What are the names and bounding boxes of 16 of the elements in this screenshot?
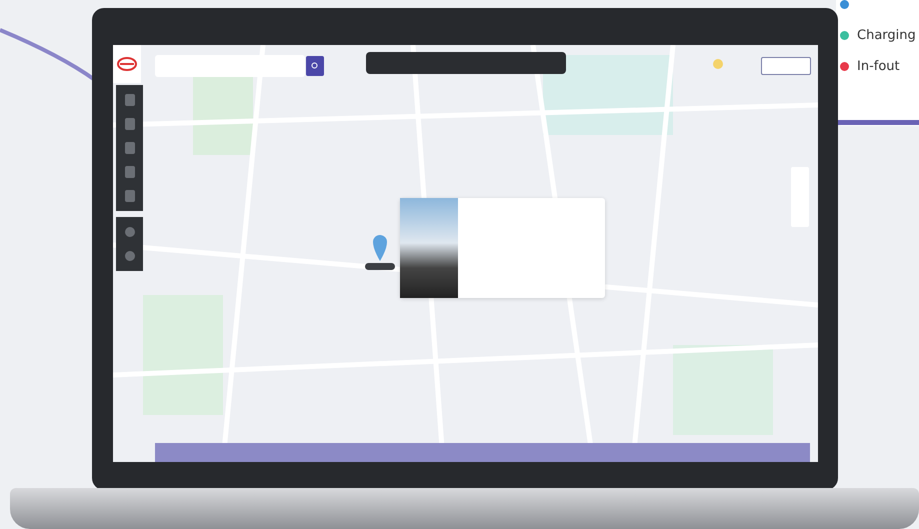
nav-icon[interactable] [124, 165, 136, 179]
nav-icon[interactable] [124, 93, 136, 107]
search-field[interactable] [155, 55, 305, 77]
search-icon [311, 62, 319, 70]
nav-icon[interactable] [124, 117, 136, 131]
map-pin-icon[interactable] [373, 235, 387, 261]
nav-icon[interactable] [124, 189, 136, 203]
legend-label: Charging [857, 28, 916, 43]
outlined-button[interactable] [761, 57, 811, 75]
nav-icon[interactable] [124, 141, 136, 155]
nav-icon[interactable] [124, 225, 136, 239]
nav-icon[interactable] [124, 249, 136, 263]
search-button[interactable] [306, 56, 324, 76]
pin-label [365, 263, 395, 270]
sun-icon [713, 59, 723, 69]
legend-label: In-fout [857, 59, 900, 74]
